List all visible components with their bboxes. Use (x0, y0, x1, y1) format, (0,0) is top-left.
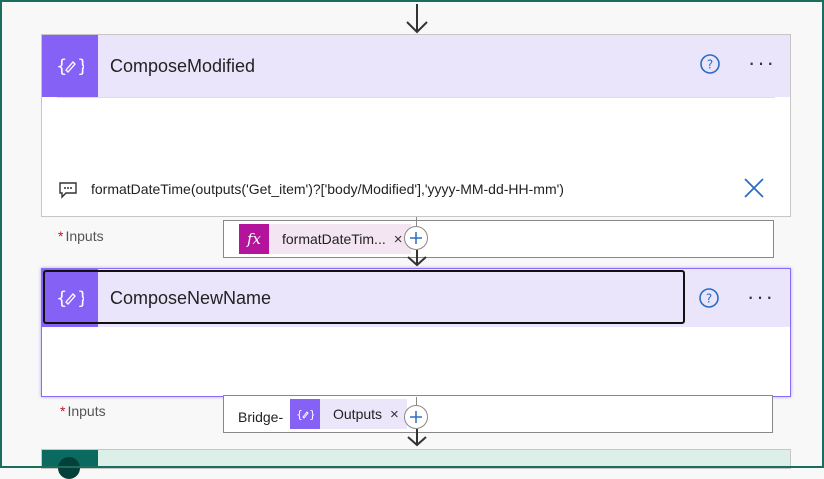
outputs-token[interactable]: { } Outputs × (290, 399, 407, 429)
svg-text:?: ? (707, 58, 713, 72)
compose-icon: { } (290, 399, 320, 429)
expression-text: formatDateTime(outputs('Get_item')?['bod… (91, 181, 564, 197)
arrow-down-icon (407, 429, 427, 447)
plus-icon (410, 411, 422, 423)
insert-step-button[interactable] (404, 226, 428, 250)
token-remove-button[interactable]: × (394, 231, 403, 248)
compose-icon: { } (42, 269, 98, 327)
close-icon[interactable] (743, 177, 765, 199)
card-title[interactable]: ComposeModified (110, 35, 255, 97)
svg-text:?: ? (706, 292, 712, 306)
compose-modified-card[interactable]: { } ComposeModified ? ··· formatDateTime… (41, 34, 791, 258)
compose-newname-card[interactable]: { } ComposeNewName ? ··· *Inputs Bridge-… (41, 268, 791, 433)
expression-token[interactable]: fx formatDateTim... × (239, 224, 411, 254)
insert-step-button[interactable] (404, 405, 428, 429)
inputs-field[interactable]: Bridge- { } Outputs × (223, 395, 773, 433)
arrow-down-icon (406, 4, 428, 34)
svg-text:{: { (56, 288, 67, 309)
arrow-down-icon (407, 250, 427, 267)
card-header[interactable]: { } ComposeModified ? ··· (42, 35, 790, 97)
inputs-label: * Inputs (60, 403, 106, 419)
fx-icon: fx (239, 224, 269, 254)
help-icon[interactable]: ? (698, 287, 720, 309)
token-remove-button[interactable]: × (390, 406, 399, 423)
inputs-label: * Inputs (58, 228, 104, 244)
more-icon[interactable]: ··· (748, 52, 776, 74)
svg-text:}: } (77, 288, 84, 309)
comment-icon (59, 182, 77, 199)
svg-text:}: } (309, 408, 314, 421)
inputs-field[interactable]: fx formatDateTim... × (223, 220, 774, 258)
svg-text:{: { (56, 56, 67, 77)
token-label: Outputs (333, 406, 383, 422)
connector-line (416, 397, 417, 405)
token-label: formatDateTim... (282, 231, 386, 247)
svg-text:}: } (77, 56, 84, 77)
help-icon[interactable]: ? (699, 53, 721, 75)
divider (57, 97, 775, 98)
svg-text:{: { (296, 408, 303, 421)
sharepoint-icon (42, 450, 98, 479)
card-title[interactable]: ComposeNewName (110, 269, 271, 327)
more-icon[interactable]: ··· (747, 286, 775, 308)
compose-icon: { } (42, 35, 98, 97)
input-prefix-text: Bridge- (238, 409, 284, 425)
plus-icon (410, 232, 422, 244)
card-header[interactable]: { } ComposeNewName ? ··· (42, 269, 790, 327)
next-step-card[interactable] (41, 449, 791, 479)
